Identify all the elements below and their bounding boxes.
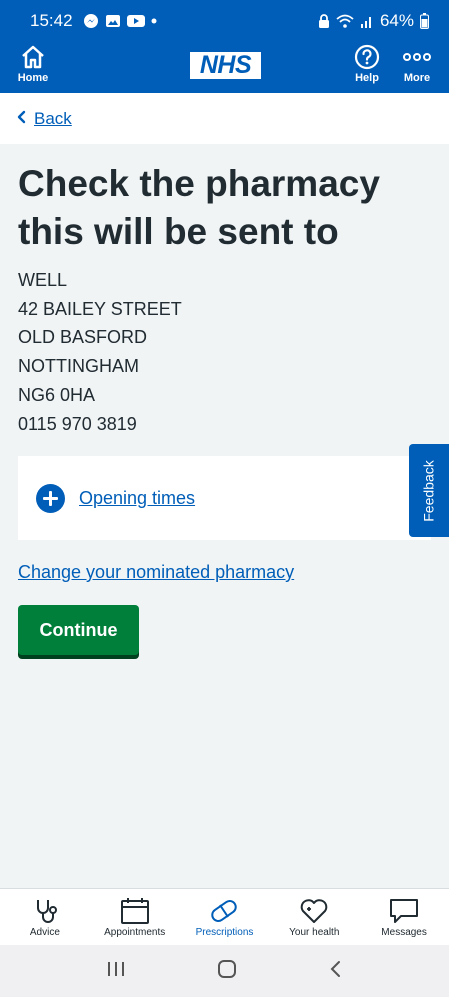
- home-label: Home: [17, 72, 49, 84]
- tab-label: Appointments: [104, 927, 166, 938]
- tab-your-health[interactable]: Your health: [269, 889, 359, 945]
- address-line: OLD BASFORD: [18, 327, 148, 348]
- phone-number: 0115 970 3819: [18, 413, 137, 434]
- tab-label: Advice: [29, 927, 60, 938]
- app-header: Home NHS Help More: [0, 42, 449, 93]
- bottom-tab-bar: Advice Appointments Prescriptions Your h…: [0, 888, 449, 945]
- message-icon: [389, 895, 419, 927]
- back-bar: Back: [0, 93, 449, 144]
- help-button[interactable]: Help: [347, 42, 387, 84]
- help-label: Help: [355, 72, 379, 84]
- home-icon: [20, 42, 46, 72]
- gallery-icon: [105, 13, 121, 29]
- battery-icon: [420, 13, 429, 29]
- more-icon: [403, 42, 431, 72]
- signal-icon: [360, 14, 374, 28]
- help-icon: [354, 42, 380, 72]
- nhs-logo: NHS: [190, 52, 261, 79]
- postcode: NG6 0HA: [18, 384, 96, 405]
- back-link[interactable]: Back: [16, 109, 72, 129]
- more-button[interactable]: More: [397, 42, 437, 84]
- pharmacy-address: WELL 42 BAILEY STREET OLD BASFORD NOTTIN…: [18, 266, 182, 438]
- lock-icon: [318, 13, 330, 29]
- plus-circle-icon: [36, 483, 65, 513]
- dot-icon: [151, 18, 157, 24]
- address-line: 42 BAILEY STREET: [18, 298, 182, 319]
- tab-appointments[interactable]: Appointments: [90, 889, 180, 945]
- wifi-icon: [336, 14, 354, 29]
- youtube-icon: [126, 14, 145, 28]
- change-pharmacy-link[interactable]: Change your nominated pharmacy: [18, 562, 294, 583]
- status-time: 15:42: [30, 11, 73, 30]
- feedback-label: Feedback: [421, 459, 438, 522]
- recent-apps-button[interactable]: [106, 961, 126, 982]
- continue-button[interactable]: Continue: [18, 605, 139, 655]
- chevron-left-icon: [16, 109, 26, 129]
- calendar-icon: [120, 895, 150, 927]
- tab-label: Your health: [289, 927, 340, 938]
- pharmacy-name: WELL: [18, 270, 68, 290]
- tab-prescriptions[interactable]: Prescriptions: [180, 889, 270, 945]
- tab-label: Prescriptions: [195, 927, 254, 938]
- status-bar: 15:42 64%: [0, 0, 449, 42]
- home-nav-button[interactable]: [217, 959, 237, 984]
- back-label: Back: [34, 108, 72, 128]
- tab-label: Messages: [381, 927, 427, 938]
- opening-times-label: Opening times: [79, 487, 196, 508]
- system-nav-bar: [0, 945, 449, 997]
- back-nav-button[interactable]: [329, 960, 343, 983]
- feedback-tab[interactable]: Feedback: [409, 444, 449, 537]
- page-title: Check the pharmacy this will be sent to: [18, 163, 380, 252]
- messenger-icon: [83, 13, 99, 29]
- tab-advice[interactable]: Advice: [0, 889, 90, 945]
- home-button[interactable]: Home: [14, 42, 52, 84]
- address-line: NOTTINGHAM: [18, 356, 139, 377]
- pill-icon: [209, 895, 239, 927]
- stethoscope-icon: [32, 895, 58, 927]
- heart-icon: [299, 895, 329, 927]
- tab-messages[interactable]: Messages: [359, 889, 449, 945]
- battery-percent: 64%: [379, 11, 414, 30]
- opening-times-expander[interactable]: Opening times: [18, 456, 431, 540]
- more-label: More: [403, 72, 431, 84]
